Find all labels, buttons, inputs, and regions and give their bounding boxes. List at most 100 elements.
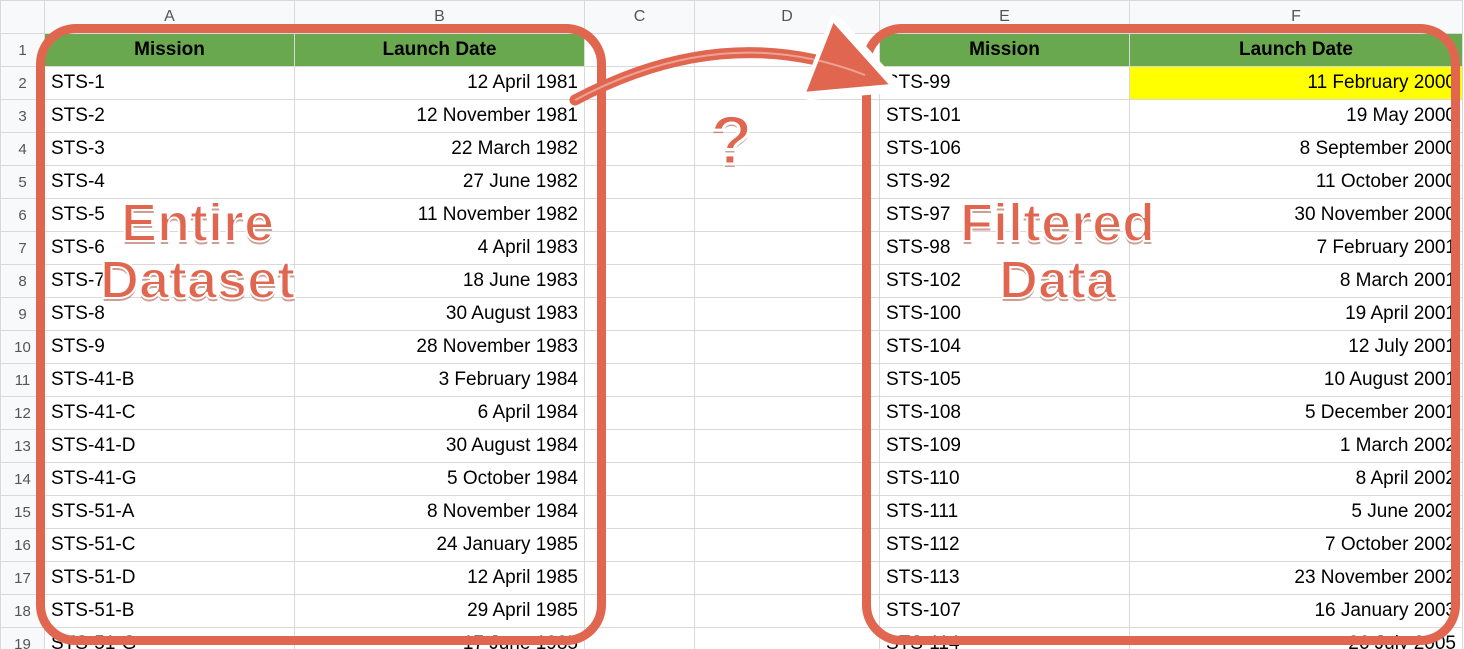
cell[interactable]: 22 March 1982	[295, 133, 585, 166]
cell[interactable]	[585, 496, 695, 529]
cell[interactable]	[585, 67, 695, 100]
cell[interactable]: 5 December 2001	[1130, 397, 1463, 430]
cell[interactable]: 6 April 1984	[295, 397, 585, 430]
col-header-C[interactable]: C	[585, 1, 695, 34]
cell[interactable]: 17 June 1985	[295, 628, 585, 649]
cell[interactable]: 4 April 1983	[295, 232, 585, 265]
cell[interactable]: 8 November 1984	[295, 496, 585, 529]
cell[interactable]: STS-7	[45, 265, 295, 298]
cell[interactable]	[585, 34, 695, 67]
cell[interactable]: 27 June 1982	[295, 166, 585, 199]
cell[interactable]: STS-101	[880, 100, 1130, 133]
cell[interactable]	[695, 496, 880, 529]
cell[interactable]: STS-3	[45, 133, 295, 166]
cell[interactable]: STS-113	[880, 562, 1130, 595]
row-header[interactable]: 1	[1, 34, 45, 67]
cell[interactable]	[695, 628, 880, 649]
cell[interactable]: 30 August 1983	[295, 298, 585, 331]
header-cell-date-left[interactable]: Launch Date	[295, 34, 585, 67]
cell[interactable]: 26 July 2005	[1130, 628, 1463, 649]
cell[interactable]	[695, 34, 880, 67]
cell[interactable]: STS-105	[880, 364, 1130, 397]
row-header[interactable]: 10	[1, 331, 45, 364]
cell[interactable]: STS-51-C	[45, 529, 295, 562]
cell[interactable]: STS-106	[880, 133, 1130, 166]
cell[interactable]: 30 August 1984	[295, 430, 585, 463]
cell[interactable]: 8 April 2002	[1130, 463, 1463, 496]
cell[interactable]	[695, 595, 880, 628]
cell[interactable]: 12 April 1985	[295, 562, 585, 595]
row-header[interactable]: 4	[1, 133, 45, 166]
cell[interactable]: STS-41-C	[45, 397, 295, 430]
cell[interactable]: STS-41-D	[45, 430, 295, 463]
cell[interactable]	[695, 397, 880, 430]
cell[interactable]: 7 February 2001	[1130, 232, 1463, 265]
cell[interactable]: 18 June 1983	[295, 265, 585, 298]
row-header[interactable]: 8	[1, 265, 45, 298]
cell[interactable]: 28 November 1983	[295, 331, 585, 364]
cell[interactable]	[585, 265, 695, 298]
cell[interactable]: STS-112	[880, 529, 1130, 562]
cell[interactable]	[585, 397, 695, 430]
cell[interactable]: 24 January 1985	[295, 529, 585, 562]
row-header[interactable]: 19	[1, 628, 45, 649]
cell[interactable]	[695, 364, 880, 397]
cell[interactable]	[585, 298, 695, 331]
cell[interactable]: STS-111	[880, 496, 1130, 529]
corner-cell[interactable]	[1, 1, 45, 34]
cell[interactable]	[695, 199, 880, 232]
cell[interactable]: STS-98	[880, 232, 1130, 265]
cell[interactable]	[585, 199, 695, 232]
cell[interactable]: 16 January 2003	[1130, 595, 1463, 628]
cell[interactable]	[695, 463, 880, 496]
cell[interactable]: 30 November 2000	[1130, 199, 1463, 232]
cell[interactable]: STS-4	[45, 166, 295, 199]
cell[interactable]	[695, 529, 880, 562]
col-header-B[interactable]: B	[295, 1, 585, 34]
row-header[interactable]: 9	[1, 298, 45, 331]
row-header[interactable]: 7	[1, 232, 45, 265]
cell[interactable]: STS-107	[880, 595, 1130, 628]
cell[interactable]: STS-51-B	[45, 595, 295, 628]
cell[interactable]	[695, 298, 880, 331]
row-header[interactable]: 3	[1, 100, 45, 133]
cell[interactable]	[585, 430, 695, 463]
cell[interactable]: STS-51-D	[45, 562, 295, 595]
cell[interactable]: STS-51-A	[45, 496, 295, 529]
cell[interactable]: 5 June 2002	[1130, 496, 1463, 529]
cell[interactable]: 19 May 2000	[1130, 100, 1463, 133]
cell[interactable]	[585, 232, 695, 265]
cell[interactable]: 12 April 1981	[295, 67, 585, 100]
cell[interactable]: STS-109	[880, 430, 1130, 463]
cell[interactable]	[585, 364, 695, 397]
col-header-E[interactable]: E	[880, 1, 1130, 34]
cell[interactable]: STS-104	[880, 331, 1130, 364]
cell[interactable]: STS-8	[45, 298, 295, 331]
cell[interactable]: STS-41-G	[45, 463, 295, 496]
cell[interactable]: STS-102	[880, 265, 1130, 298]
spreadsheet-grid[interactable]: A B C D E F 1MissionLaunch DateMissionLa…	[0, 0, 1463, 649]
col-header-A[interactable]: A	[45, 1, 295, 34]
cell[interactable]: 3 February 1984	[295, 364, 585, 397]
row-header[interactable]: 16	[1, 529, 45, 562]
cell[interactable]	[585, 100, 695, 133]
cell[interactable]: STS-6	[45, 232, 295, 265]
cell[interactable]	[695, 67, 880, 100]
cell[interactable]	[695, 133, 880, 166]
cell[interactable]: 1 March 2002	[1130, 430, 1463, 463]
cell[interactable]: STS-100	[880, 298, 1130, 331]
cell[interactable]	[585, 166, 695, 199]
cell[interactable]: STS-97	[880, 199, 1130, 232]
row-header[interactable]: 5	[1, 166, 45, 199]
col-header-D[interactable]: D	[695, 1, 880, 34]
row-header[interactable]: 12	[1, 397, 45, 430]
header-cell-date-right[interactable]: Launch Date	[1130, 34, 1463, 67]
cell[interactable]: STS-110	[880, 463, 1130, 496]
cell[interactable]	[695, 265, 880, 298]
cell[interactable]: STS-9	[45, 331, 295, 364]
cell[interactable]: 23 November 2002	[1130, 562, 1463, 595]
cell[interactable]: 19 April 2001	[1130, 298, 1463, 331]
row-header[interactable]: 18	[1, 595, 45, 628]
cell[interactable]: 12 November 1981	[295, 100, 585, 133]
cell[interactable]: STS-41-B	[45, 364, 295, 397]
